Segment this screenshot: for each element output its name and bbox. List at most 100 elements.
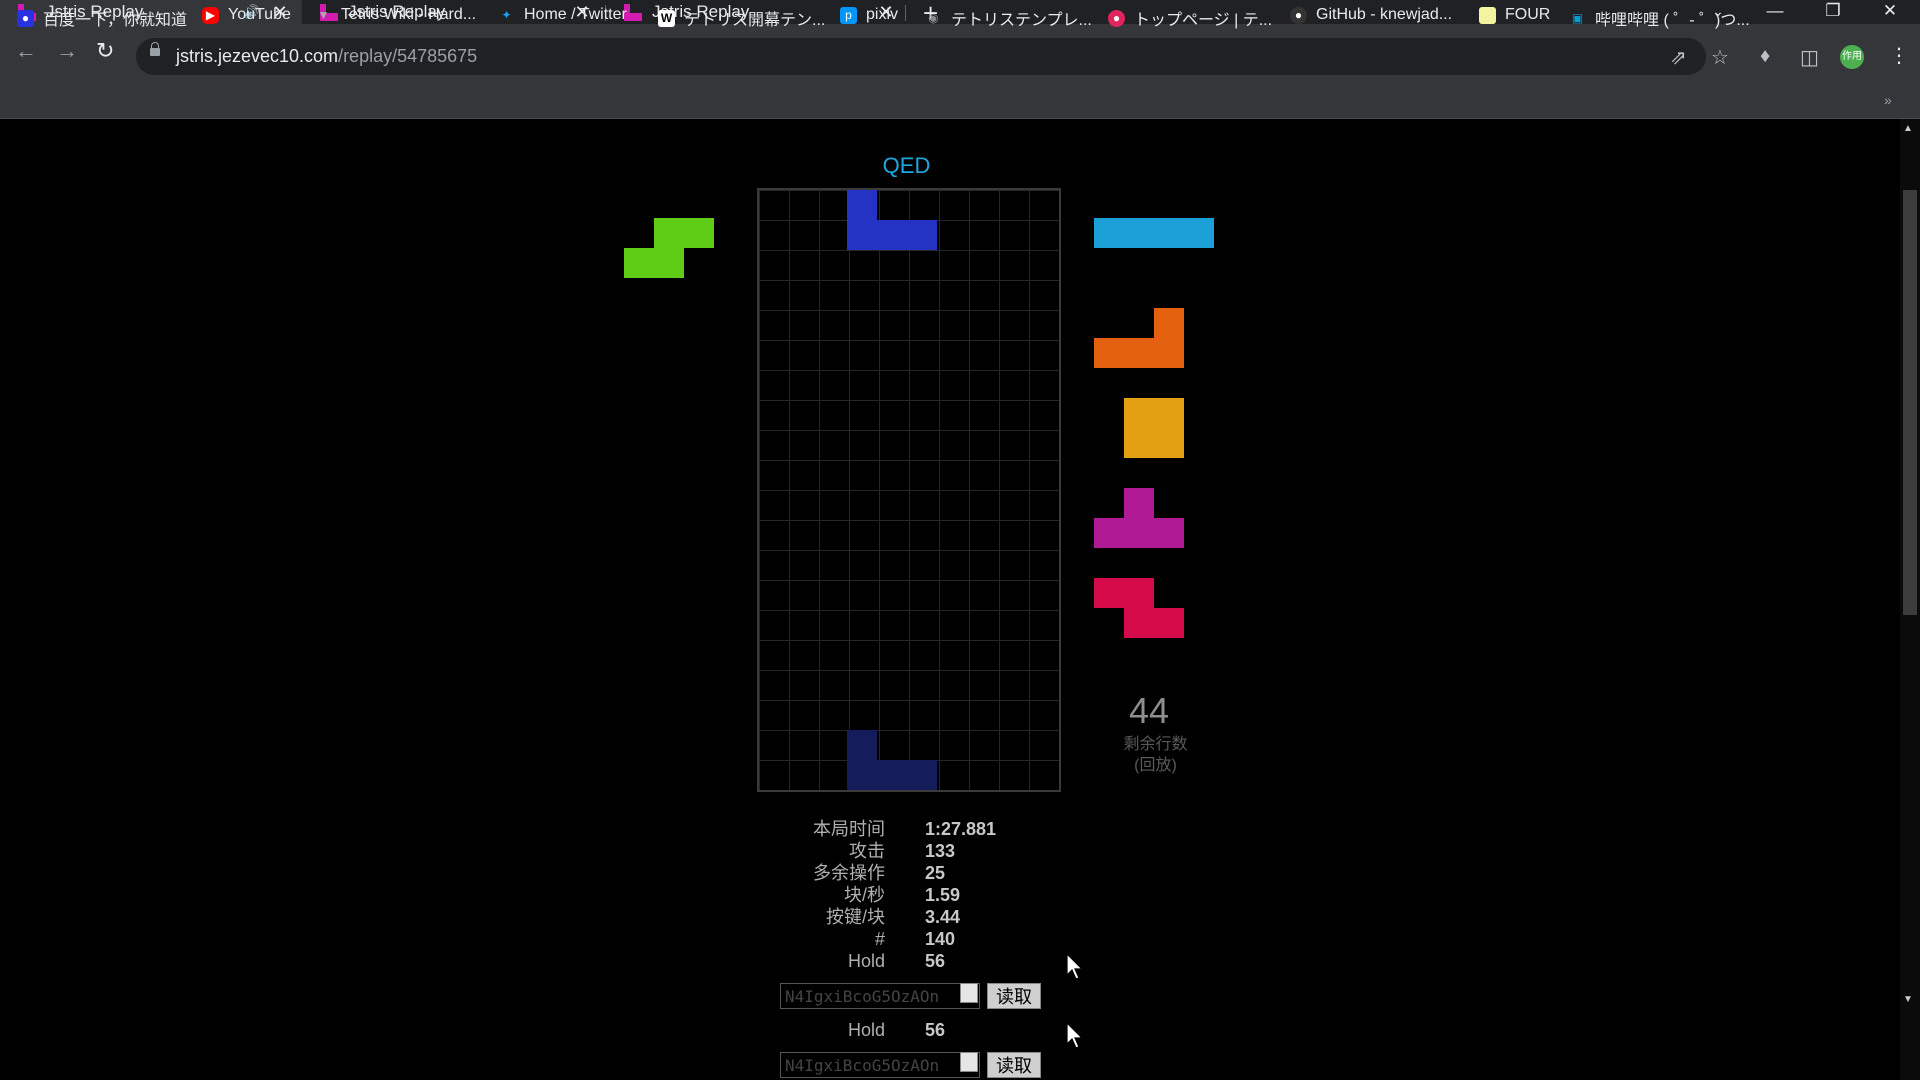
baidu-icon: ● xyxy=(17,9,34,27)
bookmark-tetris-opener[interactable]: W テトリス開幕テン... xyxy=(658,6,825,30)
next-piece-o xyxy=(1124,398,1184,458)
stat-label: 按键/块 xyxy=(825,907,885,927)
active-piece-block xyxy=(877,220,937,250)
textarea-resize-handle[interactable] xyxy=(960,983,978,1003)
bookmark-label: 哔哩哔哩 ( ゜- ゜)つ... xyxy=(1595,12,1750,29)
stat-row: 块/秒 1.59 xyxy=(700,884,1100,906)
lines-remaining-count: 44 xyxy=(1129,690,1170,731)
bookmark-top-page[interactable]: ● トップページ | テ... xyxy=(1108,6,1272,30)
stat-label: # xyxy=(874,929,885,949)
replay-data-input[interactable]: N4IgxiBcoG5OzAOn xyxy=(780,983,980,1009)
bookmarks-bar xyxy=(0,88,1920,119)
close-window-icon[interactable]: ✕ xyxy=(1867,0,1913,24)
minimize-icon[interactable]: — xyxy=(1752,0,1798,24)
reload-icon[interactable]: ↻ xyxy=(96,40,114,62)
stat-label: Hold xyxy=(847,1020,885,1040)
stat-value: 1.59 xyxy=(925,885,961,905)
scroll-up-arrow-icon[interactable]: ▲ xyxy=(1903,123,1913,134)
bookmark-label: Home / Twitter xyxy=(524,6,627,23)
bookmark-baidu[interactable]: ● 百度一下，你就知道 xyxy=(17,6,187,30)
stat-label: Hold xyxy=(847,951,885,971)
stat-row: Hold 56 xyxy=(700,950,1100,972)
bookmark-bilibili[interactable]: ▣ 哔哩哔哩 ( ゜- ゜)つ... xyxy=(1569,6,1750,30)
bookmark-youtube[interactable]: ▶ YouTube xyxy=(202,6,291,24)
more-bookmarks-icon[interactable]: » xyxy=(1884,92,1892,108)
bookmark-label: トップページ | テ... xyxy=(1134,12,1273,29)
stat-value: 56 xyxy=(925,951,946,971)
url-text[interactable]: jstris.jezevec10.com/replay/54785675 xyxy=(176,46,477,67)
ghost-piece-block xyxy=(847,730,877,790)
profile-avatar[interactable]: 作用 xyxy=(1840,45,1864,69)
bookmark-label: テトリステンプレ... xyxy=(951,12,1092,29)
bookmark-github[interactable]: ● GitHub - knewjad... xyxy=(1290,6,1452,24)
stat-label: 本局时间 xyxy=(813,819,885,839)
load-replay-button[interactable]: 读取 xyxy=(987,1052,1041,1078)
next-piece-block xyxy=(1154,308,1184,338)
tab-divider xyxy=(905,5,906,21)
hold-piece-block xyxy=(624,248,684,278)
globe-icon: ◉ xyxy=(928,10,939,25)
load-replay-button[interactable]: 读取 xyxy=(987,983,1041,1009)
bookmark-label: pixiv xyxy=(866,6,899,23)
active-piece-block xyxy=(847,190,877,250)
mouse-cursor-icon xyxy=(1066,953,1084,980)
stat-row: 多余操作 25 xyxy=(700,862,1100,884)
stat-row: 攻击 133 xyxy=(700,840,1100,862)
back-icon[interactable]: ← xyxy=(15,40,37,62)
stat-row-duplicate: Hold 56 xyxy=(700,1019,1100,1041)
stat-row: 本局时间 1:27.881 xyxy=(700,818,1100,840)
bookmark-label: テトリス開幕テン... xyxy=(684,12,826,29)
site-icon: ● xyxy=(1108,9,1125,27)
next-piece-block xyxy=(1094,338,1184,368)
bookmark-twitter[interactable]: ✦ Home / Twitter xyxy=(498,6,627,24)
next-piece-i xyxy=(1094,218,1214,248)
player-name: QED xyxy=(882,153,931,178)
github-icon: ● xyxy=(1290,6,1307,24)
lines-remaining-label: 剩余行数 (回放) xyxy=(1110,734,1201,776)
stat-value: 3.44 xyxy=(925,907,961,927)
stat-label: 多余操作 xyxy=(813,863,885,883)
twitter-icon: ✦ xyxy=(501,7,512,22)
bookmark-pixiv[interactable]: p pixiv xyxy=(840,6,898,24)
forward-icon[interactable]: → xyxy=(56,40,78,62)
url-path: /replay/54785675 xyxy=(338,46,478,66)
stat-value: 140 xyxy=(925,929,956,949)
wiki-w-icon: W xyxy=(658,9,675,27)
stat-value: 133 xyxy=(925,841,956,861)
extensions-icon[interactable]: ♦ xyxy=(1760,45,1770,68)
stat-row: #140 xyxy=(700,928,1100,950)
restore-icon[interactable]: ❐ xyxy=(1810,0,1856,24)
menu-icon[interactable]: ⋮ xyxy=(1889,43,1909,68)
lines-remaining-mode-text: (回放) xyxy=(1134,757,1177,774)
bookmark-tetris-template[interactable]: ◉ テトリステンプレ... xyxy=(925,6,1092,30)
next-piece-block xyxy=(1094,518,1184,548)
stat-row: 按键/块 3.44 xyxy=(700,906,1100,928)
side-panel-icon[interactable]: ◫ xyxy=(1800,45,1819,70)
pixiv-icon: p xyxy=(840,6,857,24)
replay-data-input[interactable]: N4IgxiBcoG5OzAOn xyxy=(780,1052,980,1078)
scroll-down-arrow-icon[interactable]: ▼ xyxy=(1903,994,1913,1005)
game-board xyxy=(757,188,1061,792)
url-host: jstris.jezevec10.com xyxy=(176,46,339,66)
stat-value: 1:27.881 xyxy=(925,819,997,839)
bookmark-label: YouTube xyxy=(228,6,291,23)
stat-value: 25 xyxy=(925,863,946,883)
lock-icon[interactable] xyxy=(150,42,160,56)
scroll-thumb[interactable] xyxy=(1903,190,1917,615)
bookmark-tetris-wiki[interactable]: ▼ Tetris Wiki - Hard... xyxy=(315,6,477,24)
next-piece-block xyxy=(1094,578,1154,608)
bookmark-star-icon[interactable]: ☆ xyxy=(1711,45,1729,70)
youtube-icon: ▶ xyxy=(202,6,219,24)
share-icon[interactable]: ⇗ xyxy=(1670,45,1687,70)
textarea-resize-handle[interactable] xyxy=(960,1052,978,1072)
stat-label: 块/秒 xyxy=(843,885,885,905)
ghost-piece-block xyxy=(877,760,937,790)
bookmark-label: Tetris Wiki - Hard... xyxy=(341,6,477,23)
bookmark-label: 百度一下，你就知道 xyxy=(43,12,188,29)
lines-remaining-label-text: 剩余行数 xyxy=(1123,736,1188,753)
bookmark-four[interactable]: FOUR xyxy=(1479,6,1550,24)
bookmark-label: FOUR xyxy=(1505,6,1551,23)
stat-value: 56 xyxy=(925,1020,946,1040)
stat-label: 攻击 xyxy=(849,841,885,861)
mouse-cursor-icon xyxy=(1066,1022,1084,1049)
